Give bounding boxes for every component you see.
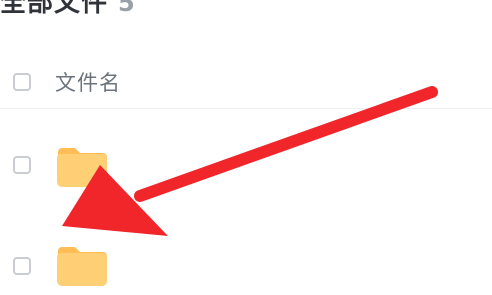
arrow-head: [62, 165, 168, 236]
arrow-shaft: [134, 86, 438, 202]
red-arrow-annotation: [62, 86, 438, 236]
